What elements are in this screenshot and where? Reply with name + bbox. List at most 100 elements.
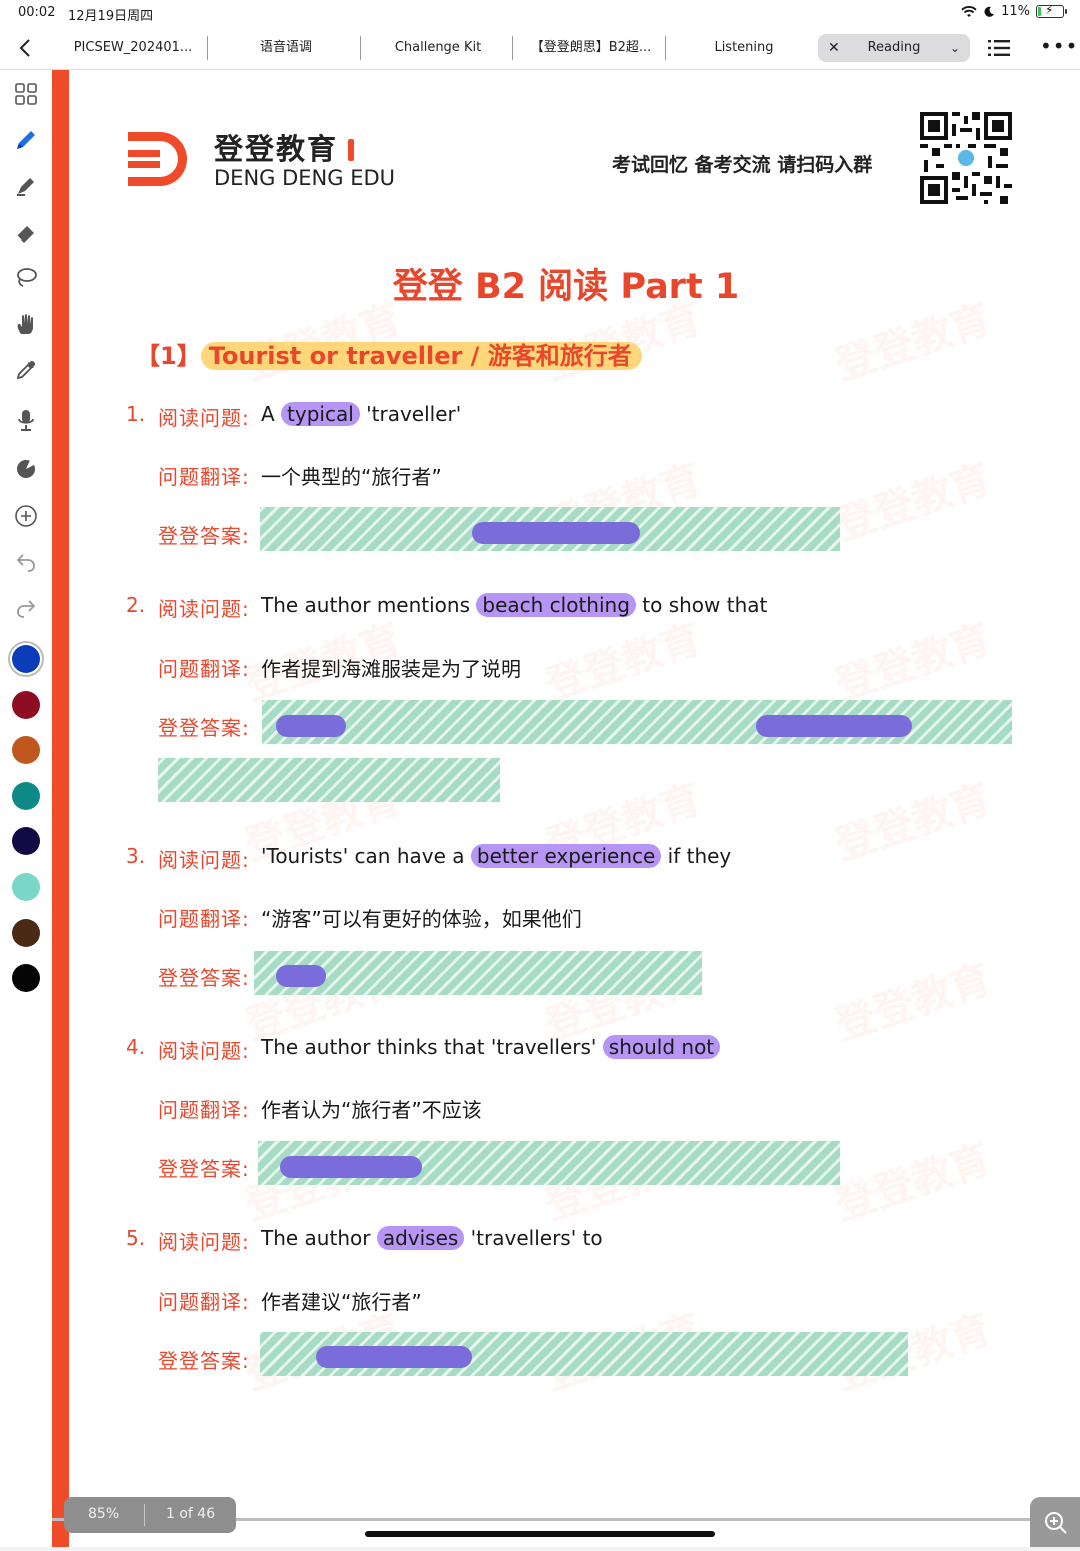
question-number: 2.	[126, 593, 146, 617]
question-label: 阅读问题:	[158, 848, 250, 872]
add-icon[interactable]	[12, 502, 40, 530]
translation-text: 作者建议“旅行者”	[261, 1290, 422, 1314]
translation-text: 作者提到海滩服装是为了说明	[261, 657, 521, 681]
color-swatch-crimson[interactable]	[12, 691, 40, 719]
header-slogan: 考试回忆 备考交流 请扫码入群	[612, 154, 873, 176]
answer-mask[interactable]	[158, 758, 500, 802]
answer-label: 登登答案:	[158, 524, 250, 548]
color-swatch-teal[interactable]	[12, 782, 40, 810]
question-highlight: typical	[281, 402, 360, 426]
watermark: 登登教育	[830, 1136, 997, 1230]
hand-icon[interactable]	[12, 310, 40, 338]
more-icon[interactable]: •••	[1040, 34, 1078, 58]
answer-label: 登登答案:	[158, 966, 250, 990]
question-highlight: beach clothing	[476, 593, 636, 617]
translation-text: 作者认为“旅行者”不应该	[261, 1098, 482, 1122]
zoom-page-indicator[interactable]: 85% 1 of 46	[64, 1497, 236, 1533]
close-tab-icon[interactable]: ✕	[828, 34, 840, 62]
question-number: 5.	[126, 1226, 146, 1250]
translation-label: 问题翻译:	[158, 907, 250, 931]
translation-label: 问题翻译:	[158, 1290, 250, 1314]
answer-label: 登登答案:	[158, 716, 250, 740]
question-highlight: advises	[376, 1226, 465, 1250]
back-chevron-icon[interactable]	[14, 36, 38, 60]
tab-separator	[512, 36, 513, 60]
watermark: 登登教育	[830, 456, 997, 550]
undo-icon[interactable]	[12, 548, 40, 576]
tab-separator	[665, 36, 666, 60]
translation-text: “游客”可以有更好的体验，如果他们	[261, 907, 582, 931]
question-label: 阅读问题:	[158, 406, 250, 430]
tab-bar: PICSEW_202401... 语音语调 Challenge Kit 【登登朗…	[0, 26, 1080, 70]
question-number: 3.	[126, 844, 146, 868]
annotation-toolbar	[0, 70, 52, 1547]
brand-name-cn: 登登教育	[214, 126, 355, 168]
translation-text: 一个典型的“旅行者”	[261, 465, 442, 489]
tab-intonation[interactable]: 语音语调	[216, 34, 356, 62]
grid-icon[interactable]	[12, 80, 40, 108]
eraser-icon[interactable]	[12, 218, 40, 246]
watermark: 登登教育	[540, 616, 707, 710]
section-heading: 【1】 Tourist or traveller / 游客和旅行者	[136, 336, 642, 371]
color-swatch-aqua[interactable]	[12, 873, 40, 901]
color-swatch-orange[interactable]	[12, 736, 40, 764]
tab-reading[interactable]: ✕ Reading ⌄	[818, 34, 970, 62]
watermark: 登登教育	[830, 956, 997, 1050]
tab-separator	[207, 36, 208, 60]
color-swatch-brown[interactable]	[12, 919, 40, 947]
home-indicator	[365, 1531, 715, 1537]
document-page[interactable]: 登登教育 登登教育 登登教育 登登教育 登登教育 登登教育 登登教育 登登教育 …	[52, 70, 1080, 1547]
moon-icon	[984, 6, 995, 17]
translation-label: 问题翻译:	[158, 1098, 250, 1122]
question-highlight: better experience	[470, 844, 662, 868]
translation-label: 问题翻译:	[158, 657, 250, 681]
color-swatch-blue[interactable]	[12, 645, 40, 673]
question-text: The author mentions beach clothing to sh…	[261, 593, 768, 617]
question-text: The author thinks that 'travellers' shou…	[261, 1035, 721, 1059]
tab-listening[interactable]: Listening	[674, 34, 814, 62]
shape-icon[interactable]	[12, 454, 40, 482]
page-counter: 1 of 46	[166, 1506, 216, 1522]
microphone-icon[interactable]	[12, 406, 40, 434]
question-number: 1.	[126, 402, 146, 426]
tab-challenge-kit[interactable]: Challenge Kit	[368, 34, 508, 62]
battery-icon: ⚡	[1036, 3, 1067, 18]
tab-separator	[360, 36, 361, 60]
list-icon[interactable]	[988, 38, 1010, 58]
question-text: 'Tourists' can have a better experience …	[261, 844, 732, 868]
color-swatch-black[interactable]	[12, 964, 40, 992]
chevron-down-icon[interactable]: ⌄	[950, 34, 960, 62]
magnifier-button[interactable]	[1030, 1497, 1080, 1547]
brand-logo-icon	[128, 132, 187, 186]
answer-strike	[276, 715, 346, 737]
section-title: Tourist or traveller / 游客和旅行者	[200, 342, 642, 370]
highlighter-icon[interactable]	[12, 172, 40, 200]
color-swatch-navy[interactable]	[12, 827, 40, 855]
translation-label: 问题翻译:	[158, 465, 250, 489]
eyedropper-icon[interactable]	[12, 356, 40, 384]
watermark: 登登教育	[830, 776, 997, 870]
question-label: 阅读问题:	[158, 1039, 250, 1063]
zoom-in-icon	[1045, 1512, 1067, 1534]
watermark: 登登教育	[830, 616, 997, 710]
tab-picsew[interactable]: PICSEW_202401...	[64, 34, 202, 62]
answer-strike	[280, 1156, 422, 1178]
status-time: 00:02	[18, 5, 56, 20]
tab-b2-book[interactable]: 【登登朗思】B2超...	[520, 34, 662, 62]
document-title: 登登 B2 阅读 Part 1	[392, 267, 740, 307]
redo-icon[interactable]	[12, 594, 40, 622]
zoom-level: 85%	[88, 1506, 120, 1522]
pen-icon[interactable]	[12, 126, 40, 154]
qr-code-icon	[920, 112, 1012, 204]
brand-name-en: DENG DENG EDU	[214, 166, 396, 190]
status-date: 12月19日周四	[68, 9, 154, 24]
battery-percent: 11%	[1001, 4, 1030, 19]
wifi-icon	[961, 5, 977, 17]
question-text: The author advises 'travellers' to	[261, 1226, 603, 1250]
lasso-icon[interactable]	[12, 264, 40, 292]
answer-label: 登登答案:	[158, 1349, 250, 1373]
answer-strike	[316, 1346, 472, 1368]
answer-strike	[756, 715, 912, 737]
question-highlight: should not	[602, 1035, 721, 1059]
answer-strike	[276, 965, 326, 987]
